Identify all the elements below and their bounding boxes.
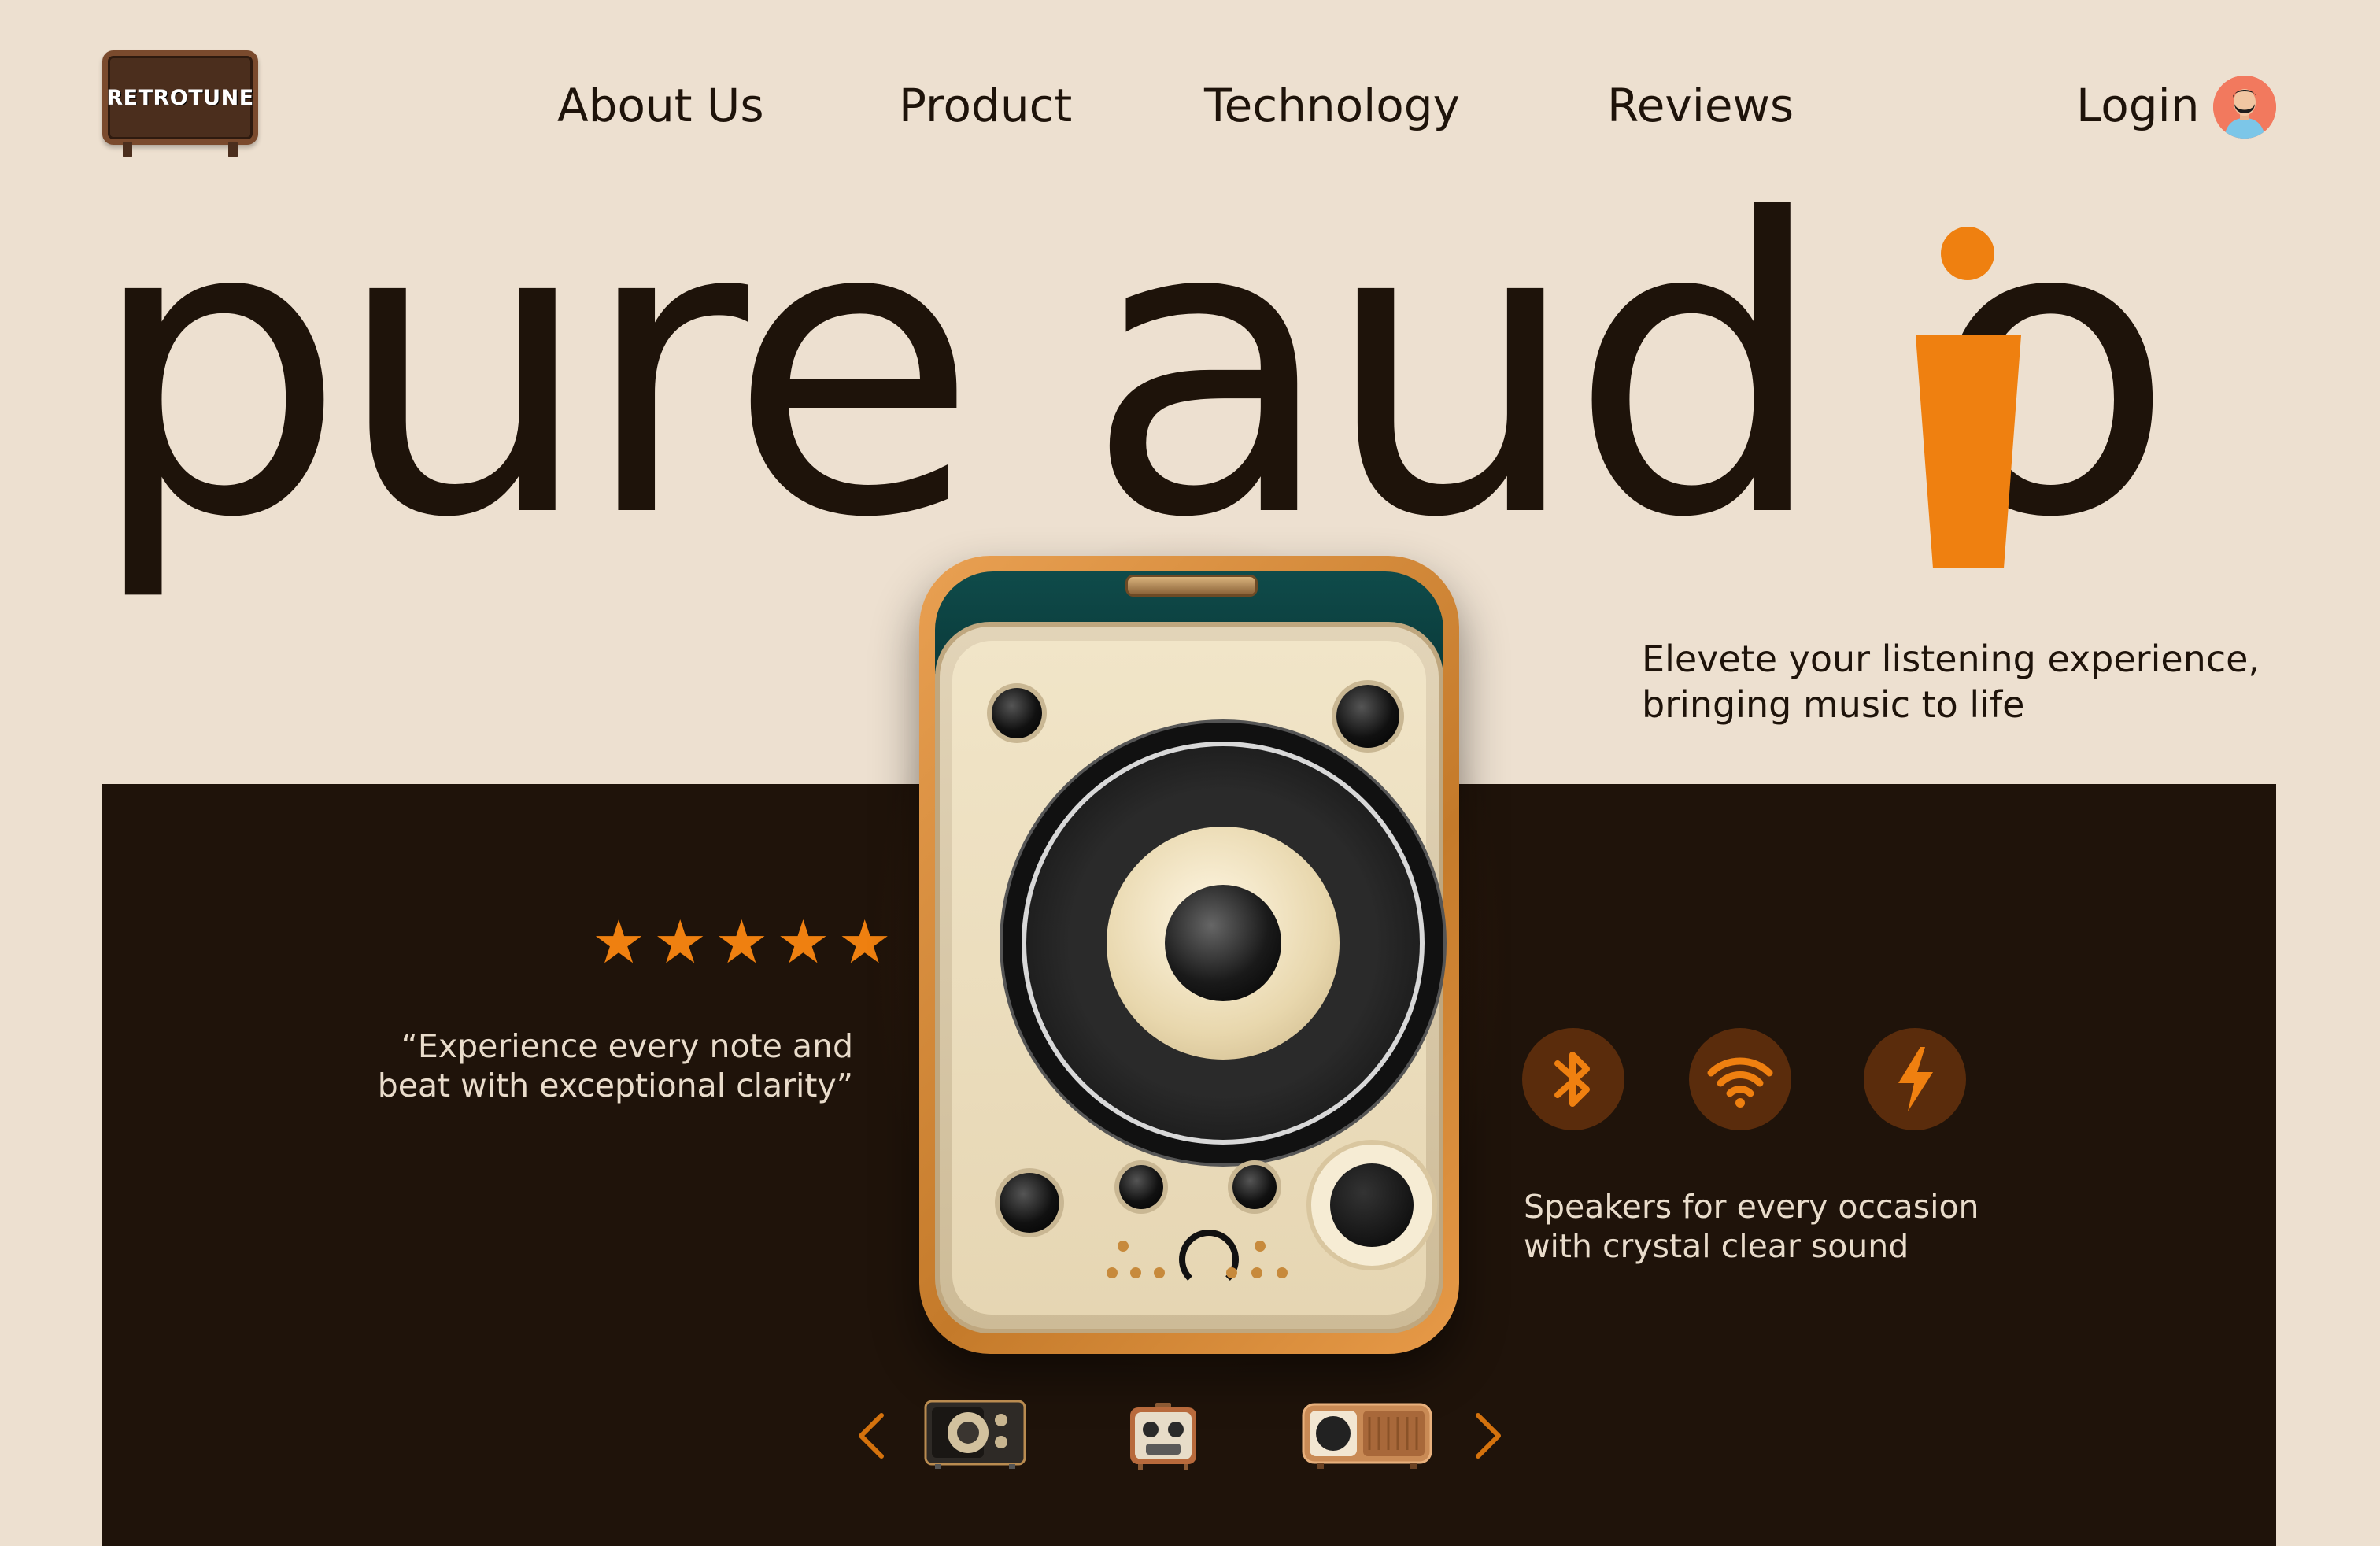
hero-tagline: Elevete your listening experience, bring… bbox=[1642, 636, 2260, 727]
speaker-arc-detail bbox=[1179, 1230, 1239, 1289]
speaker-pin bbox=[1154, 1267, 1165, 1278]
nav-link-product[interactable]: Product bbox=[899, 79, 1072, 132]
review-quote: “Experience every note and beat with exc… bbox=[378, 1026, 853, 1105]
speaker-pin bbox=[1107, 1267, 1118, 1278]
speaker-thumb-2 bbox=[1130, 1403, 1196, 1470]
lightning-icon bbox=[1898, 1047, 1933, 1111]
speaker-thumb-1 bbox=[924, 1400, 1026, 1469]
speaker-handle bbox=[1125, 575, 1258, 597]
user-avatar-icon bbox=[2213, 76, 2276, 139]
carousel-thumb-3[interactable] bbox=[1302, 1401, 1432, 1474]
features-line-2: with crystal clear sound bbox=[1524, 1227, 1909, 1265]
feature-wifi[interactable] bbox=[1689, 1028, 1791, 1130]
tagline-line-1: Elevete your listening experience, bbox=[1642, 638, 2260, 680]
star-icon: ★ bbox=[776, 909, 830, 976]
nav-link-reviews[interactable]: Reviews bbox=[1607, 79, 1794, 132]
speaker-pin bbox=[1226, 1267, 1237, 1278]
star-icon: ★ bbox=[653, 909, 708, 976]
chevron-right-icon bbox=[1476, 1413, 1501, 1459]
speaker-knob bbox=[1119, 1165, 1163, 1209]
logo-tv-frame: RETROTUNE bbox=[102, 50, 258, 145]
speaker-knob bbox=[1232, 1165, 1277, 1209]
logo-text: RETROTUNE bbox=[106, 85, 254, 110]
login-link[interactable]: Login bbox=[2076, 79, 2199, 132]
wifi-icon bbox=[1707, 1057, 1773, 1108]
tagline-line-2: bringing music to life bbox=[1642, 683, 2025, 726]
carousel-thumb-2[interactable] bbox=[1127, 1401, 1199, 1476]
speaker-pin bbox=[1251, 1267, 1262, 1278]
quote-line-2: beat with exceptional clarity” bbox=[377, 1067, 853, 1104]
carousel-prev-button[interactable] bbox=[853, 1411, 891, 1461]
speaker-pin bbox=[1255, 1241, 1266, 1252]
speaker-woofer bbox=[1003, 723, 1443, 1163]
quote-line-1: “Experience every note and bbox=[401, 1027, 853, 1065]
speaker-tweeter bbox=[1311, 1145, 1432, 1266]
carousel-thumb-1[interactable] bbox=[924, 1400, 1026, 1474]
feature-power[interactable] bbox=[1864, 1028, 1966, 1130]
avatar[interactable] bbox=[2213, 76, 2276, 139]
speaker-face bbox=[935, 622, 1443, 1333]
features-text: Speakers for every occasion with crystal… bbox=[1524, 1187, 1979, 1266]
speaker-pin bbox=[1130, 1267, 1141, 1278]
carousel-next-button[interactable] bbox=[1469, 1411, 1506, 1461]
product-speaker-image bbox=[841, 493, 1538, 1422]
speaker-pin bbox=[1118, 1241, 1129, 1252]
speaker-pin bbox=[1277, 1267, 1288, 1278]
accent-letter-i: i bbox=[1916, 225, 2021, 568]
features-line-1: Speakers for every occasion bbox=[1524, 1188, 1979, 1226]
star-icon: ★ bbox=[592, 909, 646, 976]
speaker-knob bbox=[1336, 685, 1399, 748]
bluetooth-icon bbox=[1554, 1052, 1590, 1107]
tweeter-dome bbox=[1330, 1163, 1414, 1247]
speaker-thumb-3 bbox=[1302, 1403, 1432, 1469]
speaker-knob bbox=[1000, 1173, 1059, 1233]
nav-link-about-us[interactable]: About Us bbox=[557, 79, 764, 132]
woofer-dust-cap bbox=[1165, 885, 1281, 1001]
speaker-knob bbox=[992, 688, 1042, 738]
chevron-left-icon bbox=[859, 1413, 884, 1459]
speaker-inner-panel bbox=[952, 641, 1443, 1315]
accent-i-shape bbox=[1916, 227, 2021, 568]
star-icon: ★ bbox=[715, 909, 769, 976]
nav-link-technology[interactable]: Technology bbox=[1204, 79, 1460, 132]
